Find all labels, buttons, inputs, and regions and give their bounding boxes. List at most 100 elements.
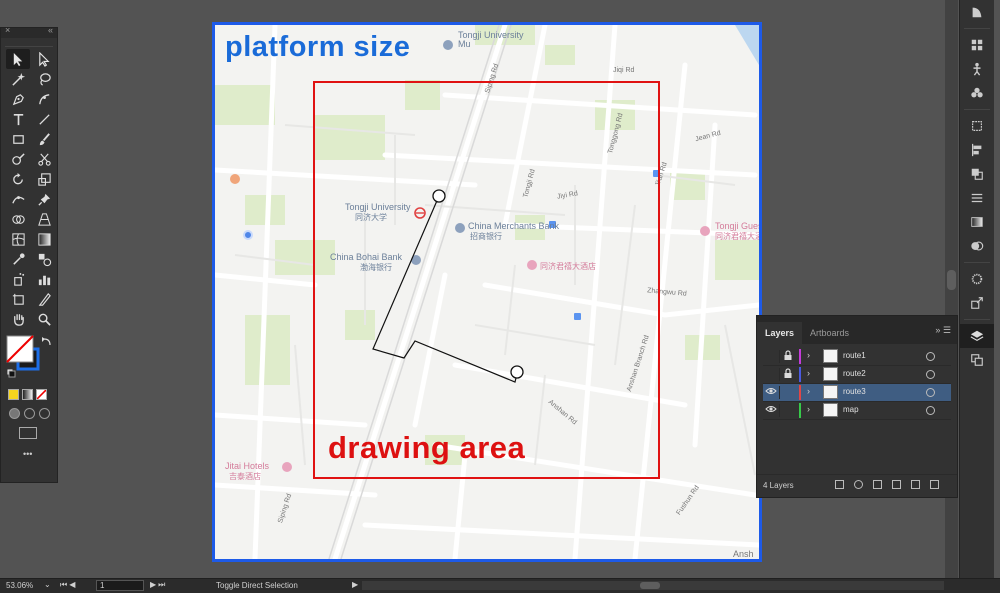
layers-icon[interactable]	[960, 324, 994, 348]
drawing-area-rect[interactable]	[313, 81, 660, 479]
slice-tool-icon[interactable]	[32, 289, 56, 309]
new-layer-icon[interactable]	[911, 480, 920, 489]
screen-mode-icon[interactable]	[19, 427, 37, 439]
clipping-mask-icon[interactable]	[873, 480, 882, 489]
curvature-tool-icon[interactable]	[32, 89, 56, 109]
export-icon[interactable]	[835, 480, 844, 489]
close-icon[interactable]: ×	[5, 25, 10, 35]
chevron-right-icon[interactable]: ›	[807, 404, 810, 414]
eye-icon[interactable]	[765, 386, 780, 399]
fill-stroke-swatches[interactable]	[6, 335, 57, 383]
symbols-icon[interactable]	[960, 81, 994, 105]
new-sublayer-icon[interactable]	[892, 480, 901, 489]
layer-name[interactable]: route2	[843, 369, 866, 378]
layer-name[interactable]: route3	[843, 387, 866, 396]
stroke-icon[interactable]	[960, 186, 994, 210]
target-icon[interactable]	[926, 406, 935, 415]
artboard[interactable]: Tongji University Mu Tongji University 同…	[212, 22, 762, 562]
puppet-warp-tool-icon[interactable]	[6, 189, 30, 209]
layer-row-route1[interactable]: › route1	[763, 348, 951, 366]
line-segment-tool-icon[interactable]	[32, 109, 56, 129]
puppet-icon[interactable]	[960, 57, 994, 81]
asset-export-icon[interactable]	[960, 291, 994, 315]
pin-tool-icon[interactable]	[32, 189, 56, 209]
artboards-icon[interactable]	[960, 348, 994, 372]
tab-artboards[interactable]: Artboards	[802, 322, 857, 344]
selection-tool-icon[interactable]	[6, 49, 30, 69]
color-button[interactable]	[8, 389, 19, 400]
target-icon[interactable]	[926, 388, 935, 397]
shaper-tool-icon[interactable]	[6, 149, 30, 169]
zoom-level[interactable]: 53.06%	[6, 581, 33, 590]
scrollbar-thumb[interactable]	[640, 582, 660, 589]
magic-wand-tool-icon[interactable]	[6, 69, 30, 89]
horizontal-scrollbar[interactable]	[362, 581, 944, 590]
panel-grip[interactable]	[5, 38, 53, 47]
next-last-artboard-icon[interactable]: ▶⏭	[150, 580, 167, 590]
hand-tool-icon[interactable]	[6, 309, 30, 329]
visibility-toggle[interactable]	[765, 368, 780, 381]
layer-row-map[interactable]: › map	[763, 402, 951, 420]
layer-row-route2[interactable]: › route2	[763, 366, 951, 384]
gradient-tool-icon[interactable]	[32, 229, 56, 249]
lasso-tool-icon[interactable]	[32, 69, 56, 89]
lock-icon[interactable]	[783, 368, 795, 381]
layer-color	[799, 403, 801, 418]
locate-object-icon[interactable]	[854, 480, 863, 489]
collapse-icon[interactable]: «	[48, 25, 53, 35]
draw-inside-icon[interactable]	[39, 408, 50, 419]
play-icon[interactable]: ▶	[352, 580, 358, 589]
scrollbar-thumb[interactable]	[947, 270, 956, 290]
pathfinder-icon[interactable]	[960, 162, 994, 186]
tab-layers[interactable]: Layers	[757, 322, 803, 344]
appearance-icon[interactable]	[960, 267, 994, 291]
none-button[interactable]	[36, 389, 47, 400]
target-icon[interactable]	[926, 352, 935, 361]
direct-selection-tool-icon[interactable]	[32, 49, 56, 69]
properties-icon[interactable]	[960, 0, 994, 24]
lock-icon[interactable]	[783, 350, 795, 363]
panel-menu-icon[interactable]: » ☰	[935, 325, 951, 336]
lock-slot[interactable]	[783, 404, 795, 417]
lock-slot[interactable]	[783, 386, 795, 399]
edit-toolbar-button[interactable]: •••	[23, 449, 57, 459]
artboard-tool-icon[interactable]	[6, 289, 30, 309]
transparency-icon[interactable]	[960, 234, 994, 258]
transform-icon[interactable]	[960, 114, 994, 138]
artboard-number-input[interactable]: 1	[96, 580, 144, 591]
scale-tool-icon[interactable]	[32, 169, 56, 189]
chevron-right-icon[interactable]: ›	[807, 386, 810, 396]
zoom-tool-icon[interactable]	[32, 309, 56, 329]
align-icon[interactable]	[960, 138, 994, 162]
chevron-down-icon[interactable]: ⌄	[44, 580, 51, 589]
shape-builder-tool-icon[interactable]	[6, 209, 30, 229]
rectangle-tool-icon[interactable]	[6, 129, 30, 149]
gradient-button[interactable]	[22, 389, 33, 400]
blend-tool-icon[interactable]	[32, 249, 56, 269]
visibility-toggle[interactable]	[765, 350, 780, 363]
trash-icon[interactable]	[930, 480, 939, 489]
draw-normal-icon[interactable]	[9, 408, 20, 419]
column-graph-tool-icon[interactable]	[32, 269, 56, 289]
layer-row-route3[interactable]: › route3	[763, 384, 951, 402]
tools-panel-header[interactable]: × «	[1, 25, 57, 38]
perspective-grid-tool-icon[interactable]	[32, 209, 56, 229]
scissors-tool-icon[interactable]	[32, 149, 56, 169]
chevron-right-icon[interactable]: ›	[807, 350, 810, 360]
pen-tool-icon[interactable]	[6, 89, 30, 109]
chevron-right-icon[interactable]: ›	[807, 368, 810, 378]
symbol-sprayer-tool-icon[interactable]	[6, 269, 30, 289]
first-prev-artboard-icon[interactable]: ⏮◀	[60, 580, 77, 590]
libraries-icon[interactable]	[960, 33, 994, 57]
paintbrush-tool-icon[interactable]	[32, 129, 56, 149]
eye-icon[interactable]	[765, 404, 780, 417]
rotate-tool-icon[interactable]	[6, 169, 30, 189]
eyedropper-tool-icon[interactable]	[6, 249, 30, 269]
type-tool-icon[interactable]	[6, 109, 30, 129]
layer-name[interactable]: map	[843, 405, 859, 414]
layer-name[interactable]: route1	[843, 351, 866, 360]
gradient-panel-icon[interactable]	[960, 210, 994, 234]
mesh-tool-icon[interactable]	[6, 229, 30, 249]
draw-behind-icon[interactable]	[24, 408, 35, 419]
target-icon[interactable]	[926, 370, 935, 379]
